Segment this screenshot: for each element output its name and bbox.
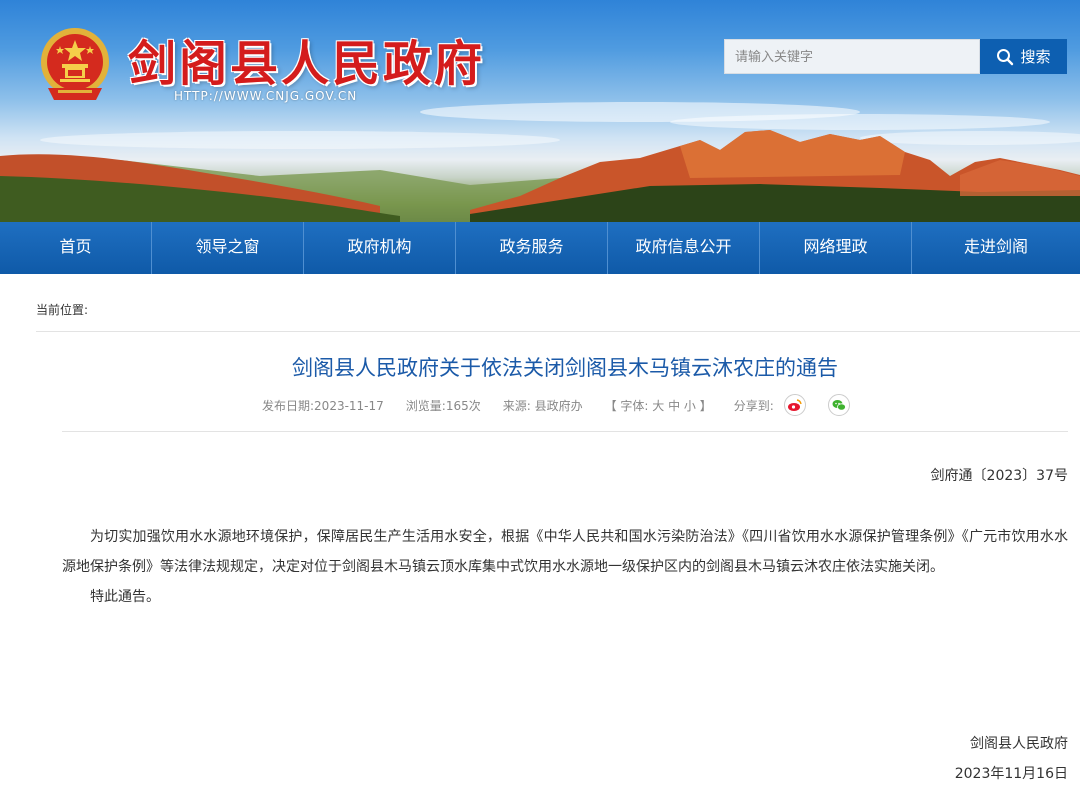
national-emblem-icon xyxy=(38,26,112,104)
share-label: 分享到: xyxy=(733,398,774,413)
publish-date: 发布日期:2023-11-17 xyxy=(262,398,384,413)
paragraph: 特此通告。 xyxy=(90,589,160,605)
nav-item-info-disclosure[interactable]: 政府信息公开 xyxy=(608,222,760,274)
nav-item-about-jiange[interactable]: 走进剑阁 xyxy=(912,222,1080,274)
header-banner: 剑阁县人民政府 HTTP://WWW.CNJG.GOV.CN 请输入关键字 搜索 xyxy=(0,0,1080,222)
weibo-icon[interactable] xyxy=(783,394,806,416)
nav-item-home[interactable]: 首页 xyxy=(0,222,152,274)
signer: 剑阁县人民政府 xyxy=(970,736,1068,752)
site-title[interactable]: 剑阁县人民政府 xyxy=(128,24,485,94)
nav-item-leaders[interactable]: 领导之窗 xyxy=(152,222,304,274)
divider xyxy=(62,431,1068,432)
article-source: 来源: 县政府办 xyxy=(502,398,583,413)
article-body: 为切实加强饮用水水源地环境保护，保障居民生产生活用水安全，根据《中华人民共和国水… xyxy=(62,522,1068,612)
sign-date: 2023年11月16日 xyxy=(954,766,1068,782)
breadcrumb: 当前位置: xyxy=(36,303,89,317)
search-icon xyxy=(997,48,1014,65)
article-title: 剑阁县人民政府关于依法关闭剑阁县木马镇云沐农庄的通告 xyxy=(292,357,838,380)
search-input[interactable]: 请输入关键字 xyxy=(724,39,980,74)
search-button-label: 搜索 xyxy=(1020,49,1051,66)
divider xyxy=(36,331,1080,332)
wechat-icon[interactable] xyxy=(827,394,850,416)
font-size-switcher[interactable]: 【 字体: 大 中 小 】 xyxy=(605,397,712,414)
view-count: 浏览量:165次 xyxy=(405,398,481,413)
search-button[interactable]: 搜索 xyxy=(980,39,1067,74)
site-url: HTTP://WWW.CNJG.GOV.CN xyxy=(174,89,358,103)
nav-item-government-services[interactable]: 政务服务 xyxy=(456,222,608,274)
paragraph: 为切实加强饮用水水源地环境保护，保障居民生产生活用水安全，根据《中华人民共和国水… xyxy=(62,529,1068,575)
document-number: 剑府通〔2023〕37号 xyxy=(930,468,1068,484)
main-nav: 首页 领导之窗 政府机构 政务服务 政府信息公开 网络理政 走进剑阁 xyxy=(0,222,1080,274)
article-meta: 发布日期:2023-11-17 浏览量:165次 来源: 县政府办 【 字体: … xyxy=(262,394,872,416)
nav-item-government-agencies[interactable]: 政府机构 xyxy=(304,222,456,274)
nav-item-online-governance[interactable]: 网络理政 xyxy=(760,222,912,274)
